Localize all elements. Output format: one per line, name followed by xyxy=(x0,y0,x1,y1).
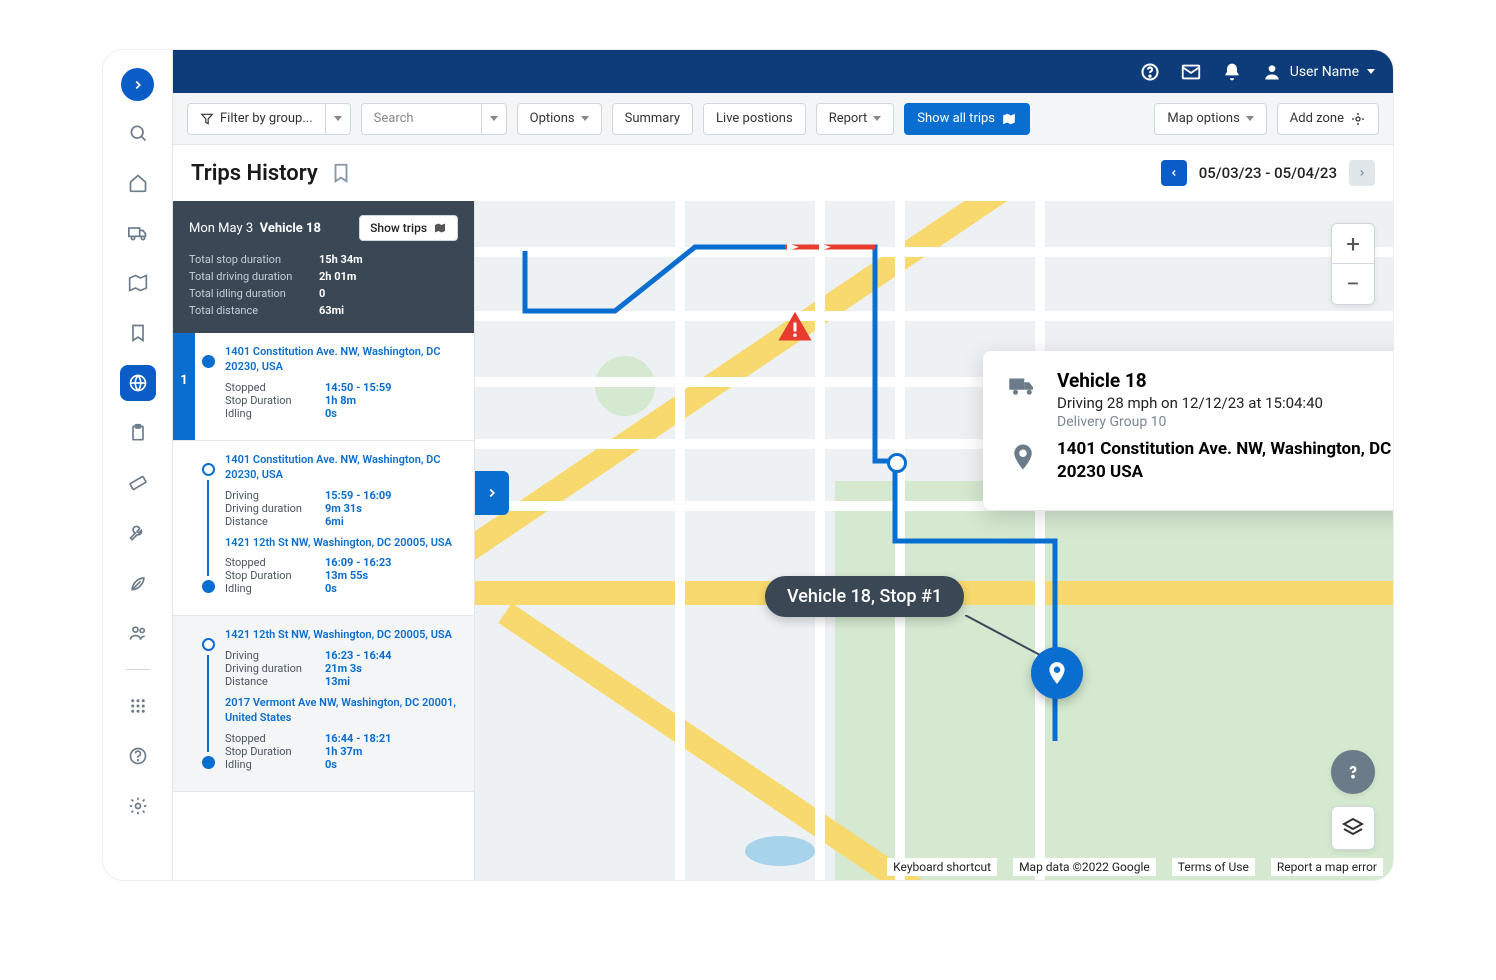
trip-item[interactable]: 1401 Constitution Ave. NW, Washington, D… xyxy=(173,441,474,617)
wrench-icon[interactable] xyxy=(120,515,156,551)
map-options-button[interactable]: Map options xyxy=(1154,103,1266,135)
zone-icon xyxy=(1350,111,1366,127)
user-icon xyxy=(1262,62,1282,82)
show-all-trips-button[interactable]: Show all trips xyxy=(904,103,1030,135)
trips-panel: Mon May 3 Vehicle 18 Show trips Total st… xyxy=(173,201,475,880)
clipboard-icon[interactable] xyxy=(120,415,156,451)
help-icon[interactable] xyxy=(120,738,156,774)
filter-icon xyxy=(200,112,214,126)
bell-icon[interactable] xyxy=(1222,62,1242,82)
layers-button[interactable] xyxy=(1331,806,1375,850)
page-title: Trips History xyxy=(191,161,318,186)
home-icon[interactable] xyxy=(120,165,156,201)
trip-address: 1401 Constitution Ave. NW, Washington, D… xyxy=(225,453,464,483)
summary-button[interactable]: Summary xyxy=(612,103,693,135)
keyboard-shortcut-link[interactable]: Keyboard shortcut xyxy=(887,858,997,876)
vehicle-info-card: Vehicle 18 Driving 28 mph on 12/12/23 at… xyxy=(983,351,1393,510)
zoom-control: + − xyxy=(1331,223,1375,305)
filter-group-button[interactable]: Filter by group... xyxy=(187,103,351,135)
zoom-in-button[interactable]: + xyxy=(1332,224,1374,264)
stop-marker[interactable] xyxy=(1031,647,1083,699)
vehicle-group: Delivery Group 10 xyxy=(1057,414,1323,430)
map-fold-icon xyxy=(433,222,447,234)
ruler-icon[interactable] xyxy=(120,465,156,501)
trip-address: 1421 12th St NW, Washington, DC 20005, U… xyxy=(225,536,464,551)
pin-icon xyxy=(1003,438,1043,484)
toolbar: Filter by group... Search Options Summar… xyxy=(173,93,1393,145)
map-help-button[interactable] xyxy=(1331,750,1375,794)
map-icon[interactable] xyxy=(120,265,156,301)
trip-address: 2017 Vermont Ave NW, Washington, DC 2000… xyxy=(225,696,464,726)
search-input[interactable]: Search xyxy=(361,103,507,135)
route-line xyxy=(475,201,1393,880)
trip-list: 11401 Constitution Ave. NW, Washington, … xyxy=(173,333,474,880)
alert-icon xyxy=(775,309,815,345)
side-nav xyxy=(103,50,173,880)
vehicle-title: Vehicle 18 xyxy=(1057,369,1323,392)
user-name: User Name xyxy=(1290,64,1359,80)
date-range[interactable]: 05/03/23 - 05/04/23 xyxy=(1199,164,1337,182)
page-header: Trips History 05/03/23 - 05/04/23 xyxy=(173,145,1393,201)
apps-icon[interactable] xyxy=(120,688,156,724)
users-icon[interactable] xyxy=(120,615,156,651)
panel-expand-button[interactable] xyxy=(475,471,509,515)
vehicle-status: Driving 28 mph on 12/12/23 at 15:04:40 xyxy=(1057,394,1323,412)
user-menu[interactable]: User Name xyxy=(1262,62,1375,82)
help-button[interactable] xyxy=(1140,62,1160,82)
truck-icon xyxy=(1003,369,1043,430)
bookmark-icon[interactable] xyxy=(120,315,156,351)
terms-link[interactable]: Terms of Use xyxy=(1172,858,1255,876)
trip-item[interactable]: 1421 12th St NW, Washington, DC 20005, U… xyxy=(173,616,474,792)
show-trips-button[interactable]: Show trips xyxy=(359,215,458,241)
map-attribution: Keyboard shortcut Map data ©2022 Google … xyxy=(887,858,1383,876)
route-position-dot[interactable] xyxy=(887,453,907,473)
search-icon[interactable] xyxy=(120,115,156,151)
trip-address: 1401 Constitution Ave. NW, Washington, D… xyxy=(225,345,464,375)
settings-icon[interactable] xyxy=(120,788,156,824)
globe-icon[interactable] xyxy=(120,365,156,401)
caret-down-icon xyxy=(1367,69,1375,74)
top-bar: User Name xyxy=(173,50,1393,93)
stop-tooltip: Vehicle 18, Stop #1 xyxy=(765,576,964,617)
report-button[interactable]: Report xyxy=(816,103,895,135)
panel-summary: Mon May 3 Vehicle 18 Show trips Total st… xyxy=(173,201,474,333)
add-zone-button[interactable]: Add zone xyxy=(1277,103,1379,135)
live-positions-button[interactable]: Live postions xyxy=(703,103,806,135)
truck-icon[interactable] xyxy=(120,215,156,251)
vehicle-address: 1401 Constitution Ave. NW, Washington, D… xyxy=(1057,438,1393,484)
map-data-text: Map data ©2022 Google xyxy=(1013,858,1156,876)
map[interactable]: Vehicle 18, Stop #1 Vehicle 18 Driving 2… xyxy=(475,201,1393,880)
report-error-link[interactable]: Report a map error xyxy=(1271,858,1383,876)
date-next-button[interactable] xyxy=(1349,160,1375,186)
trip-item[interactable]: 11401 Constitution Ave. NW, Washington, … xyxy=(173,333,474,441)
trip-address: 1421 12th St NW, Washington, DC 20005, U… xyxy=(225,628,464,643)
leaf-icon[interactable] xyxy=(120,565,156,601)
map-fold-icon xyxy=(1001,112,1017,126)
mail-icon[interactable] xyxy=(1180,61,1202,83)
zoom-out-button[interactable]: − xyxy=(1332,264,1374,304)
date-prev-button[interactable] xyxy=(1161,160,1187,186)
bookmark-page-icon[interactable] xyxy=(330,162,352,184)
nav-toggle-button[interactable] xyxy=(121,68,154,101)
options-button[interactable]: Options xyxy=(517,103,602,135)
